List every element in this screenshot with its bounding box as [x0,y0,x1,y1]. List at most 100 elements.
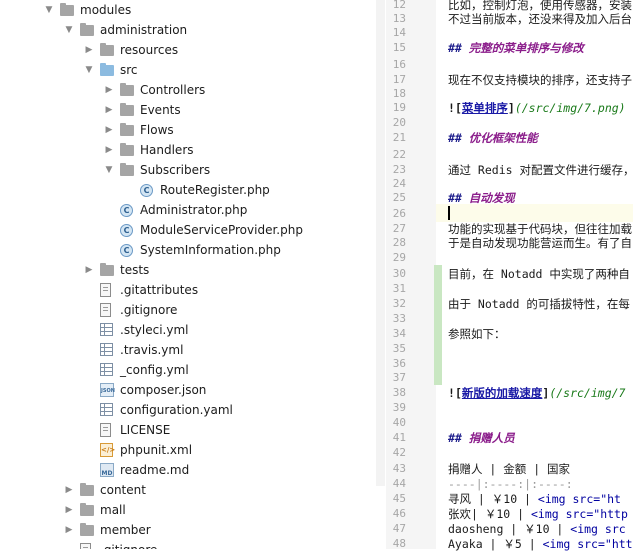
expand-arrow-icon[interactable]: ▼ [104,160,114,180]
tree-item[interactable]: MD readme.md [0,460,376,480]
tree-item-label: modules [80,3,132,17]
tree-item[interactable]: C Administrator.php [0,200,376,220]
tree-item-label: Handlers [140,143,194,157]
tree-item-label: Administrator.php [140,203,248,217]
tree-item[interactable]: LICENSE [0,420,376,440]
code-line-34: 参照如下： [448,325,633,343]
tree-item-label: .styleci.yml [120,323,189,337]
table-cells: 张欢| ￥10 | [448,507,531,521]
collapse-arrow-icon[interactable]: ▶ [84,260,94,280]
html-tag: <img src [570,522,626,536]
scrollbar-thumb[interactable] [376,0,385,486]
link-url[interactable]: (/src/img/7.png) [515,101,626,115]
tree-item[interactable]: C RouteRegister.php [0,180,376,200]
collapse-arrow-icon[interactable]: ▶ [104,80,114,100]
yaml-file-icon [100,343,113,356]
tree-item[interactable]: ▶ mall [0,500,376,520]
yaml-file-icon [100,403,113,416]
tree-item[interactable]: ▶ resources [0,40,376,60]
expand-arrow-icon[interactable]: ▼ [64,20,74,40]
markdown-file-icon: MD [100,463,114,477]
tree-item[interactable]: .travis.yml [0,340,376,360]
tree-item[interactable]: ▶ Flows [0,120,376,140]
folder-icon [120,83,134,96]
tree-item[interactable]: ▶ tests [0,260,376,280]
heading-text: 优化框架性能 [468,131,538,145]
bracket: ] [507,101,515,115]
tree-item-label: .gitignore [120,303,178,317]
expand-arrow-icon[interactable]: ▼ [44,0,54,20]
tree-item[interactable]: ▼ Subscribers [0,160,376,180]
tree-item[interactable]: ▶ Controllers [0,80,376,100]
tree-item-label: mall [100,503,126,517]
heading-text: 完整的菜单排序与修改 [468,41,584,55]
tree-item[interactable]: configuration.yaml [0,400,376,420]
tree-item[interactable]: .gitattributes [0,280,376,300]
tree-item[interactable]: ▶ member [0,520,376,540]
php-class-icon: C [120,204,133,217]
tree-item-label: member [100,523,151,537]
collapse-arrow-icon[interactable]: ▶ [64,520,74,540]
tree-item[interactable]: ▼ administration [0,20,376,40]
html-tag: <img src="http [530,507,628,521]
link-text[interactable]: 菜单排序 [462,101,508,115]
tree-item-label: src [120,63,138,77]
code-line-13: 不过当前版本，还没来得及加入后台 [448,10,633,28]
yaml-file-icon [100,323,113,336]
code-line-21: ## 优化框架性能 [448,129,633,147]
tree-item-label: ModuleServiceProvider.php [140,223,303,237]
text-file-icon [100,303,111,317]
code-line-48: Ayaka | ￥5 | <img src="htt [448,535,633,553]
line-text: 不过当前版本，还没来得及加入后台 [448,12,632,26]
php-class-icon: C [120,224,133,237]
tree-item[interactable]: C ModuleServiceProvider.php [0,220,376,240]
html-tag: <img src="ht [537,492,621,506]
tree-item[interactable]: .styleci.yml [0,320,376,340]
tree-item-label: composer.json [120,383,207,397]
tree-item[interactable]: ▶ Handlers [0,140,376,160]
tree-item[interactable]: _config.yml [0,360,376,380]
tree-item[interactable]: C SystemInformation.php [0,240,376,260]
vcs-change-marker[interactable] [434,265,442,385]
text-file-icon [80,543,91,549]
expand-arrow-icon[interactable]: ▼ [84,60,94,80]
link-text[interactable]: 新版的加载速度 [462,386,543,400]
tree-item[interactable]: .gitignore [0,540,376,549]
project-tree: ▼ modules ▼ administration ▶ resources ▼ src ▶ Co… [0,0,386,549]
tree-item-label: _config.yml [120,363,189,377]
bracket: [ [454,101,462,115]
tree-item-label: .travis.yml [120,343,184,357]
link-url[interactable]: (/src/img/7 [549,386,625,400]
tree-item[interactable]: </> phpunit.xml [0,440,376,460]
text-caret [448,206,450,220]
tree-item[interactable]: ▼ modules [0,0,376,20]
collapse-arrow-icon[interactable]: ▶ [104,100,114,120]
collapse-arrow-icon[interactable]: ▶ [84,40,94,60]
tree-item[interactable]: ▶ content [0,480,376,500]
folder-icon [100,43,114,56]
collapse-arrow-icon[interactable]: ▶ [104,120,114,140]
tree-item[interactable]: .gitignore [0,300,376,320]
tree-item-label: RouteRegister.php [160,183,270,197]
tree-item[interactable]: ▼ src [0,60,376,80]
folder-icon [100,263,114,276]
heading-marker: ## [448,41,469,55]
folder-icon [120,123,134,136]
line-text: 目前，在 Notadd 中实现了两种自 [448,267,630,281]
project-tree-scrollbar[interactable] [376,0,386,549]
line-text: 于是自动发现功能营运而生。有了自 [448,236,632,250]
code-line-23: 通过 Redis 对配置文件进行缓存， [448,161,633,179]
json-file-icon: JSON [100,383,115,397]
tree-item[interactable]: ▶ Events [0,100,376,120]
line-text: 由于 Notadd 的可插拔特性，在每 [448,297,630,311]
tree-item-label: Events [140,103,181,117]
code-line-41: ## 捐赠人员 [448,429,633,447]
collapse-arrow-icon[interactable]: ▶ [64,500,74,520]
folder-icon [120,103,134,116]
tree-item[interactable]: JSON composer.json [0,380,376,400]
image-bang: ! [448,386,455,400]
php-class-icon: C [140,184,153,197]
code-line-25: ## 自动发现 [448,189,633,207]
collapse-arrow-icon[interactable]: ▶ [104,140,114,160]
collapse-arrow-icon[interactable]: ▶ [64,480,74,500]
